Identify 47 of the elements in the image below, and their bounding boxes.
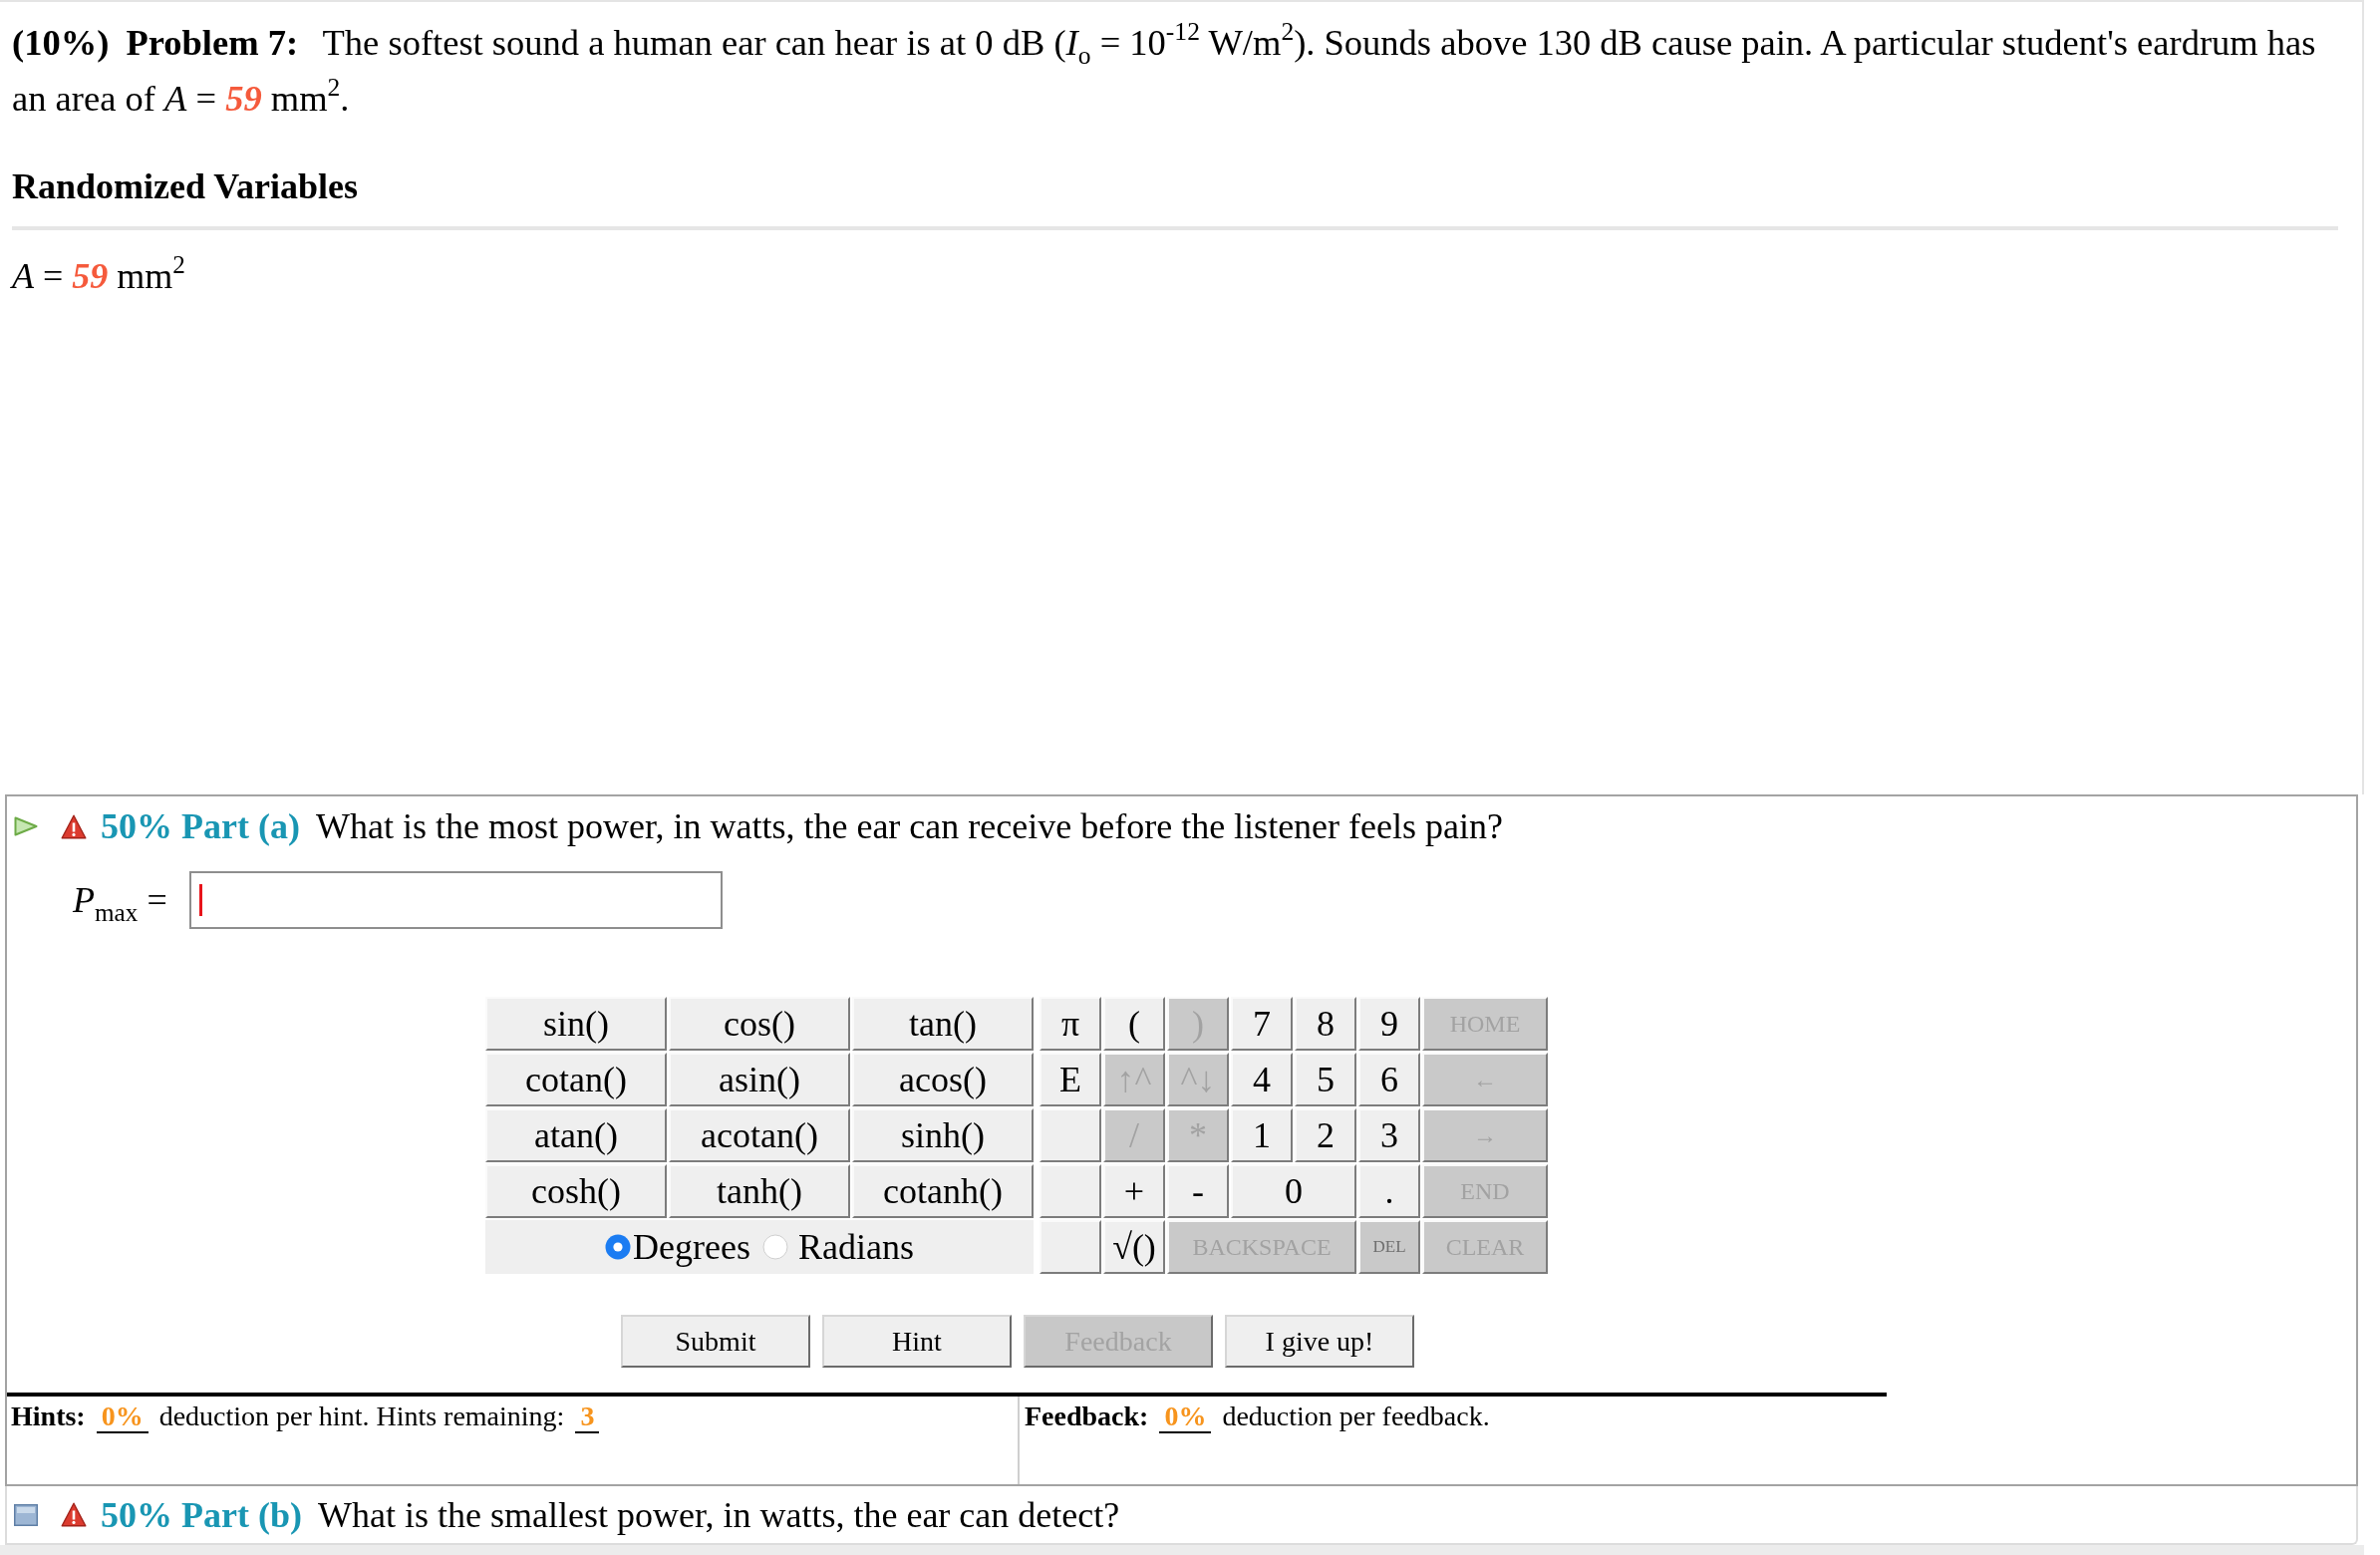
keypad-key[interactable]: . <box>1358 1164 1420 1218</box>
function-key[interactable]: acos() <box>852 1053 1034 1106</box>
keypad-key[interactable]: 6 <box>1358 1053 1420 1106</box>
warning-icon <box>61 813 87 839</box>
keypad-key[interactable]: 8 <box>1295 997 1356 1051</box>
answer-label: P$_{max}$ = <box>73 879 168 921</box>
keypad-key[interactable]: 2 <box>1295 1108 1356 1162</box>
function-key[interactable]: asin() <box>669 1053 850 1106</box>
function-key[interactable]: cosh() <box>485 1164 667 1218</box>
part-question: What is the smallest power, in watts, the ear can detect? <box>317 1493 1120 1536</box>
keypad-key[interactable]: 4 <box>1231 1053 1293 1106</box>
action-button[interactable]: Hint <box>822 1315 1012 1368</box>
hints-info: Hints: 0% deduction per hint. Hints remaining: 3 <box>11 1400 604 1433</box>
function-key[interactable]: cotanh() <box>852 1164 1034 1218</box>
keypad-key[interactable]: π <box>1040 997 1101 1051</box>
function-key[interactable]: acotan() <box>669 1108 850 1162</box>
part-title: 50% Part (b) <box>101 1493 302 1536</box>
function-key[interactable]: tanh() <box>669 1164 850 1218</box>
angle-mode-option[interactable]: Radians <box>761 1226 914 1268</box>
keypad-key[interactable]: 7 <box>1231 997 1293 1051</box>
action-button[interactable]: I give up! <box>1225 1315 1414 1368</box>
keypad-key[interactable]: 1 <box>1231 1108 1293 1162</box>
part-question: What is the most power, in watts, the ear can receive before the listener feels pain? <box>315 805 1503 847</box>
keypad-key[interactable]: 3 <box>1358 1108 1420 1162</box>
section-heading: Randomized Variables <box>12 166 359 206</box>
keypad-key[interactable]: 5 <box>1295 1053 1356 1106</box>
keypad-key[interactable]: 9 <box>1358 997 1420 1051</box>
warning-icon <box>61 1502 87 1527</box>
function-key[interactable]: tan() <box>852 997 1034 1051</box>
part-title: 50% Part (a) <box>101 805 300 847</box>
keypad-key[interactable]: + <box>1103 1164 1165 1218</box>
keypad-key[interactable]: - <box>1167 1164 1229 1218</box>
answer-field[interactable] <box>189 871 723 929</box>
keypad-key[interactable]: ( <box>1103 997 1165 1051</box>
variable-value: A = 59 mm$^{2}$ <box>12 256 185 296</box>
function-key[interactable]: cotan() <box>485 1053 667 1106</box>
keypad-key[interactable]: 0 <box>1231 1164 1356 1218</box>
angle-mode-option[interactable]: Degrees <box>605 1226 750 1268</box>
function-key[interactable]: atan() <box>485 1108 667 1162</box>
feedback-info: Feedback: 0% deduction per feedback. <box>1025 1400 1490 1433</box>
problem-statement: (10%) Problem 7: The softest sound a human ear can hear is at 0 dB (I$_{o}$ = 10$^{-12}$ W/m$^{2}$). Sounds above 130 dB cause pain. A particular student's eardrum has an area of A = 59 mm$^{2}$. <box>12 15 2317 121</box>
function-key[interactable]: cos() <box>669 997 850 1051</box>
function-key[interactable]: sin() <box>485 997 667 1051</box>
keypad-key[interactable]: √() <box>1103 1220 1165 1274</box>
action-button[interactable]: Submit <box>621 1315 810 1368</box>
keypad-key[interactable]: E <box>1040 1053 1101 1106</box>
function-key[interactable]: sinh() <box>852 1108 1034 1162</box>
